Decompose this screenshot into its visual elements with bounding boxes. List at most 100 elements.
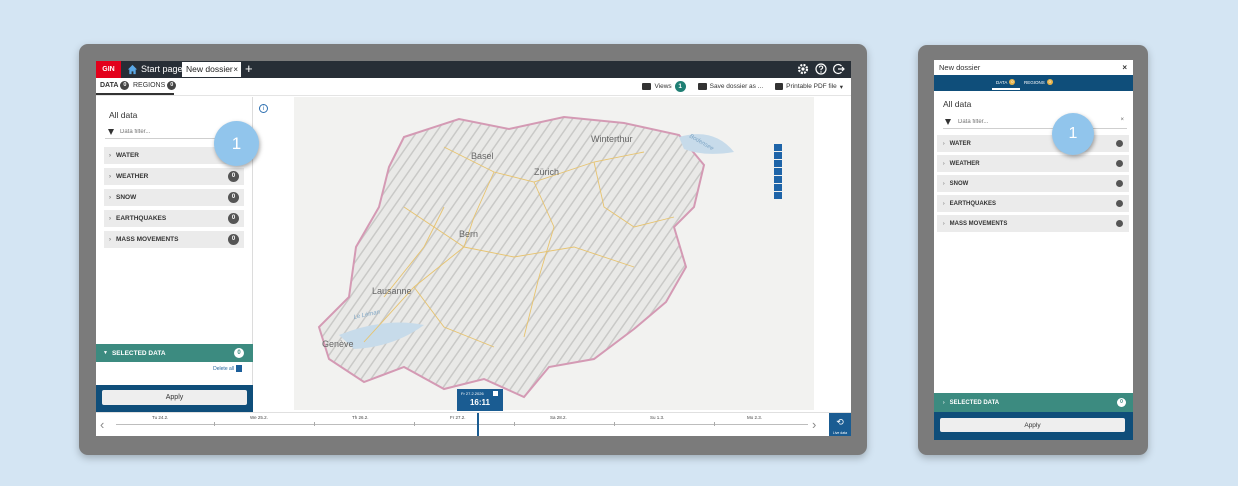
category-earthquakes[interactable]: › EARTHQUAKES 0 bbox=[104, 210, 244, 227]
map-label-zurich: Zürich bbox=[534, 167, 559, 177]
category-label: MASS MOVEMENTS bbox=[116, 236, 179, 243]
measure-icon[interactable] bbox=[774, 184, 782, 191]
mobile-category-mass-movements[interactable]: › MASS MOVEMENTS bbox=[937, 215, 1129, 232]
mobile-tab-regions[interactable]: REGIONS 0 bbox=[1024, 79, 1053, 85]
mobile-tab-regions-label: REGIONS bbox=[1024, 79, 1045, 85]
tab-data-label: DATA bbox=[100, 82, 119, 89]
data-count-badge: 0 bbox=[120, 81, 130, 90]
printable-pdf-button[interactable]: Printable PDF file ▾ bbox=[775, 83, 843, 91]
locate-icon[interactable] bbox=[774, 152, 782, 159]
category-count-badge: 0 bbox=[228, 171, 239, 182]
timeline-tick bbox=[414, 422, 415, 426]
gin-logo[interactable]: GIN bbox=[96, 61, 121, 78]
mobile-tab-data[interactable]: DATA 0 bbox=[996, 79, 1016, 85]
tab-regions-label: REGIONS bbox=[133, 82, 166, 89]
views-button[interactable]: Views 1 bbox=[642, 81, 686, 92]
mobile-category-earthquakes[interactable]: › EARTHQUAKES bbox=[937, 195, 1129, 212]
mobile-tabs: DATA 0 REGIONS 0 bbox=[934, 75, 1133, 91]
chevron-right-icon: › bbox=[109, 194, 111, 201]
category-label: WEATHER bbox=[949, 160, 980, 167]
map-controls bbox=[774, 144, 782, 199]
apply-button[interactable]: Apply bbox=[102, 390, 247, 405]
live-data-label: Live data bbox=[832, 431, 848, 435]
mobile-selected-data-header[interactable]: › SELECTED DATA 0 bbox=[934, 393, 1133, 412]
tab-regions[interactable]: REGIONS 0 bbox=[133, 81, 177, 90]
zoom-out-icon[interactable] bbox=[774, 168, 782, 175]
timeline[interactable]: ‹ Tu 24.2. We 25.2. Th 26.2. Fr 27.2. Sa… bbox=[96, 412, 851, 436]
save-folder-icon bbox=[697, 83, 707, 90]
views-count-badge: 1 bbox=[674, 81, 686, 92]
clock-reset-icon: ⟲ bbox=[836, 417, 844, 427]
mobile-selected-label: SELECTED DATA bbox=[949, 399, 1000, 406]
calendar-icon[interactable] bbox=[493, 391, 498, 396]
category-count-badge bbox=[1116, 180, 1123, 187]
panel-title: All data bbox=[109, 110, 138, 120]
timeline-label: Th 26.2. bbox=[352, 415, 369, 420]
scale-icon[interactable] bbox=[774, 176, 782, 183]
chevron-right-icon: › bbox=[109, 152, 111, 159]
delete-all-button[interactable]: Delete all bbox=[213, 365, 242, 372]
map-label-geneve: Genève bbox=[322, 339, 354, 349]
chevron-down-icon: ▾ bbox=[839, 83, 843, 91]
close-tab-icon[interactable]: × bbox=[233, 62, 238, 77]
logout-icon[interactable] bbox=[833, 63, 845, 75]
tab-new-dossier[interactable]: New dossier × bbox=[182, 62, 241, 77]
tab-data[interactable]: DATA 0 bbox=[100, 81, 130, 90]
timeline-cursor[interactable] bbox=[477, 413, 479, 436]
current-date: Fr 27.2.2026 bbox=[461, 391, 484, 396]
apply-bar: Apply bbox=[96, 385, 253, 412]
zoom-search-icon[interactable] bbox=[774, 144, 782, 151]
live-data-button[interactable]: ⟲ Live data bbox=[829, 413, 851, 436]
category-label: EARTHQUAKES bbox=[116, 215, 167, 222]
category-label: SNOW bbox=[949, 180, 969, 187]
timeline-tick bbox=[614, 422, 615, 426]
delete-all-label: Delete all bbox=[213, 365, 234, 372]
chevron-right-icon: › bbox=[943, 220, 945, 227]
chevron-right-icon: › bbox=[943, 200, 945, 207]
timeline-tick bbox=[314, 422, 315, 426]
mobile-screen: New dossier × DATA 0 REGIONS 0 All data … bbox=[934, 60, 1133, 440]
map-label-winterthur: Winterthur bbox=[591, 134, 633, 144]
zoom-in-icon[interactable] bbox=[774, 160, 782, 167]
step-marker: 1 bbox=[214, 121, 259, 166]
save-dossier-button[interactable]: Save dossier as ... bbox=[697, 83, 764, 90]
chevron-down-icon: ▼ bbox=[103, 350, 108, 356]
map-label-bern: Bern bbox=[459, 229, 478, 239]
category-label: WATER bbox=[116, 152, 139, 159]
gear-icon[interactable] bbox=[797, 63, 809, 75]
desktop-screen: GIN Start page New dossier × + DATA 0 RE… bbox=[96, 61, 851, 436]
category-snow[interactable]: › SNOW 0 bbox=[104, 189, 244, 206]
info-icon[interactable]: i bbox=[259, 104, 268, 113]
current-time-box[interactable]: Fr 27.2.2026 16:11 bbox=[457, 389, 503, 411]
mobile-apply-button[interactable]: Apply bbox=[940, 418, 1125, 432]
timeline-tick bbox=[514, 422, 515, 426]
mobile-category-snow[interactable]: › SNOW bbox=[937, 175, 1129, 192]
category-mass-movements[interactable]: › MASS MOVEMENTS 0 bbox=[104, 231, 244, 248]
timeline-label: Mo 2.3. bbox=[747, 415, 763, 420]
tab-start-page[interactable]: Start page bbox=[127, 63, 183, 76]
timeline-next-icon[interactable]: › bbox=[812, 417, 816, 432]
map-view[interactable]: Basel Winterthur Zürich Bern Lausanne Ge… bbox=[294, 97, 814, 410]
category-weather[interactable]: › WEATHER 0 bbox=[104, 168, 244, 185]
category-count-badge: 0 bbox=[228, 213, 239, 224]
mobile-data-filter-input[interactable] bbox=[958, 118, 1058, 125]
trash-icon bbox=[236, 365, 242, 372]
chevron-right-icon: › bbox=[109, 173, 111, 180]
timeline-prev-icon[interactable]: ‹ bbox=[100, 417, 104, 432]
close-icon[interactable]: × bbox=[1122, 60, 1127, 75]
printer-icon bbox=[775, 83, 784, 90]
mobile-category-water[interactable]: › WATER bbox=[937, 135, 1129, 152]
mobile-header: New dossier × bbox=[934, 60, 1133, 75]
sub-toolbar: DATA 0 REGIONS 0 Views 1 Save dossier as… bbox=[96, 78, 851, 96]
layers-icon[interactable] bbox=[774, 192, 782, 199]
chevron-right-icon: › bbox=[943, 140, 945, 147]
chevron-right-icon: › bbox=[109, 236, 111, 243]
mobile-category-weather[interactable]: › WEATHER bbox=[937, 155, 1129, 172]
add-tab-icon[interactable]: + bbox=[245, 61, 253, 77]
save-label: Save dossier as ... bbox=[709, 83, 764, 90]
clear-filter-icon[interactable]: × bbox=[1120, 117, 1124, 123]
help-icon[interactable] bbox=[815, 63, 827, 75]
data-filter-input[interactable] bbox=[120, 128, 220, 135]
selected-data-header[interactable]: ▼ SELECTED DATA 0 bbox=[96, 344, 253, 362]
switzerland-map: Basel Winterthur Zürich Bern Lausanne Ge… bbox=[294, 97, 814, 410]
